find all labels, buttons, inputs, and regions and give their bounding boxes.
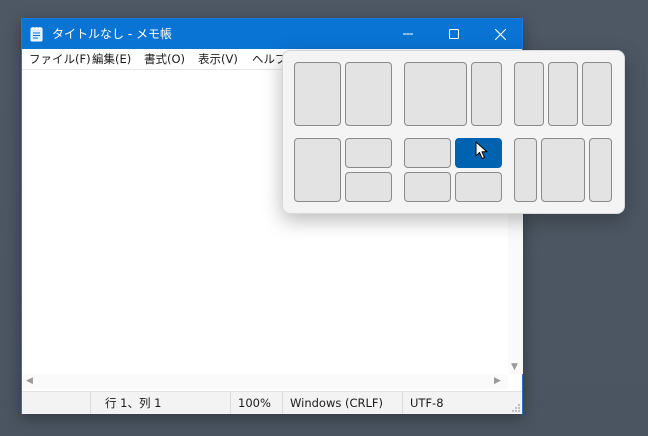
close-icon — [494, 28, 506, 40]
scroll-left-icon[interactable]: ◀ — [26, 377, 33, 386]
mouse-cursor-icon — [475, 141, 488, 159]
snap-layout-nwn-left[interactable] — [514, 138, 537, 202]
snap-layout-split-left[interactable] — [294, 138, 341, 202]
window-title: タイトルなし - メモ帳 — [52, 27, 172, 41]
snap-layout-three-col-right[interactable] — [582, 62, 612, 126]
snap-layout-narrow-right[interactable] — [471, 62, 502, 126]
menu-file[interactable]: ファイル(F) — [29, 52, 91, 66]
scroll-right-icon[interactable]: ▶ — [494, 377, 501, 386]
horizontal-scrollbar[interactable]: ◀ ▶ — [22, 374, 508, 389]
maximize-icon — [449, 29, 459, 39]
resize-grip-icon[interactable] — [511, 403, 521, 413]
snap-layout-three-col-middle[interactable] — [548, 62, 578, 126]
snap-layout-quad-bottom-left[interactable] — [404, 172, 451, 202]
snap-layout-nwn-right[interactable] — [589, 138, 612, 202]
snap-layout-three-col-left[interactable] — [514, 62, 544, 126]
status-cursor-position: 行 1、列 1 — [90, 392, 230, 414]
snap-layout-quad-bottom-right[interactable] — [455, 172, 502, 202]
snap-layout-two-equal-left[interactable] — [294, 62, 341, 126]
menu-format[interactable]: 書式(O) — [144, 52, 185, 66]
title-bar[interactable]: タイトルなし - メモ帳 — [22, 19, 522, 49]
snap-layout-wide-left[interactable] — [404, 62, 467, 126]
status-bar: 行 1、列 1 100% Windows (CRLF) UTF-8 — [22, 391, 522, 414]
snap-layout-quad-top-left[interactable] — [404, 138, 451, 168]
scroll-down-icon[interactable]: ▼ — [511, 363, 518, 372]
menu-view[interactable]: 表示(V) — [198, 52, 238, 66]
minimize-icon — [403, 33, 413, 35]
status-line-ending: Windows (CRLF) — [282, 392, 402, 414]
snap-layouts-flyout — [282, 50, 625, 214]
status-encoding: UTF-8 — [402, 392, 522, 414]
status-zoom: 100% — [230, 392, 282, 414]
snap-layout-split-right-bottom[interactable] — [345, 172, 392, 202]
snap-layout-nwn-middle[interactable] — [541, 138, 585, 202]
menu-edit[interactable]: 編集(E) — [92, 52, 131, 66]
close-button[interactable] — [477, 19, 523, 49]
snap-layout-two-equal-right[interactable] — [345, 62, 392, 126]
notepad-icon — [30, 27, 43, 42]
minimize-button[interactable] — [385, 19, 431, 49]
snap-layout-split-right-top[interactable] — [345, 138, 392, 168]
maximize-button[interactable] — [431, 19, 477, 49]
